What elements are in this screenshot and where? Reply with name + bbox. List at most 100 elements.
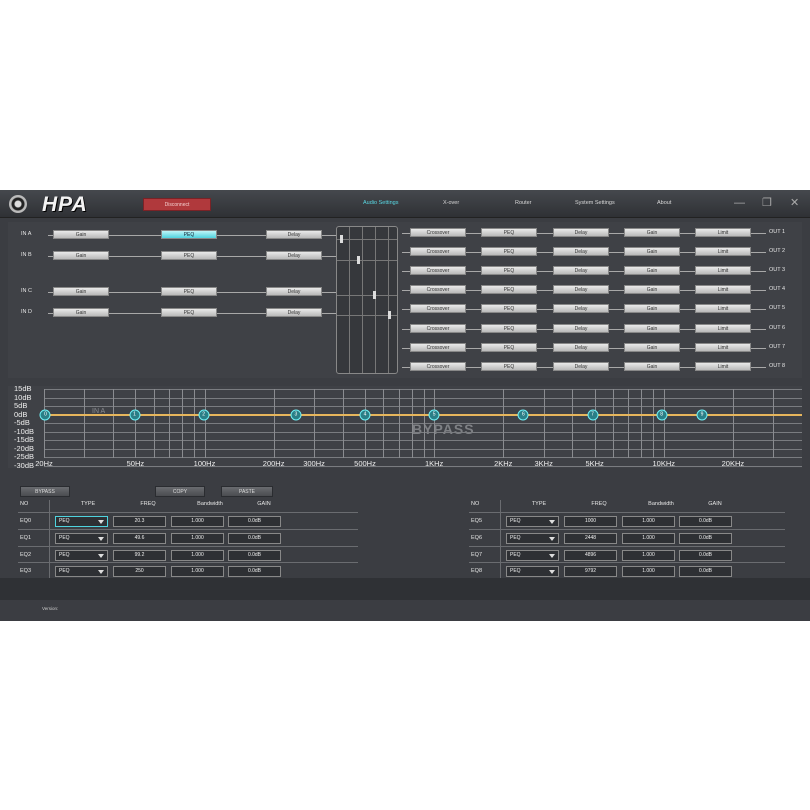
input-peq-button[interactable]: PEQ [161, 230, 217, 239]
eq-gain-input[interactable]: 0.0dB [228, 516, 281, 527]
eq-freq-input[interactable]: 4896 [564, 549, 617, 561]
eq-gain-input[interactable]: 0.0dB [228, 532, 281, 544]
eq-node-handle[interactable]: 5 [428, 409, 440, 421]
output-delay-button[interactable]: Delay [553, 247, 609, 257]
eq-bandwidth-input[interactable]: 1.000 [171, 566, 224, 578]
minimize-icon[interactable]: — [734, 196, 745, 210]
eq-type-select[interactable]: PEQ [506, 549, 559, 561]
plot-area[interactable]: IN A BYPASS 0123456789 [39, 389, 802, 467]
matrix-route-handle[interactable] [357, 256, 360, 264]
nav-item-audio-settings[interactable]: Audio Settings [363, 200, 398, 206]
input-peq-button[interactable]: PEQ [161, 251, 217, 260]
eq-type-select[interactable]: PEQ [506, 566, 559, 578]
output-delay-button[interactable]: Delay [553, 266, 609, 276]
eq-gain-input[interactable]: 0.0dB [679, 532, 732, 544]
input-gain-button[interactable]: Gain [53, 308, 109, 317]
eq-bandwidth-input[interactable]: 1.000 [171, 516, 224, 527]
input-peq-button[interactable]: PEQ [161, 308, 217, 317]
matrix-route-handle[interactable] [388, 311, 391, 319]
eq-node-handle[interactable]: 7 [587, 409, 599, 421]
output-crossover-button[interactable]: Crossover [410, 266, 466, 276]
eq-freq-input[interactable]: 99.2 [113, 549, 166, 561]
bypass-button[interactable]: BYPASS [20, 486, 70, 497]
eq-freq-input[interactable]: 9792 [564, 566, 617, 578]
eq-gain-input[interactable]: 0.0dB [228, 549, 281, 561]
output-delay-button[interactable]: Delay [553, 361, 609, 371]
eq-type-select[interactable]: PEQ [55, 566, 108, 578]
output-gain-button[interactable]: Gain [624, 228, 680, 237]
output-delay-button[interactable]: Delay [553, 342, 609, 352]
eq-node-handle[interactable]: 8 [656, 409, 668, 421]
output-peq-button[interactable]: PEQ [481, 228, 537, 237]
output-crossover-button[interactable]: Crossover [410, 285, 466, 295]
eq-bandwidth-input[interactable]: 1.000 [622, 549, 675, 561]
output-delay-button[interactable]: Delay [553, 323, 609, 333]
eq-gain-input[interactable]: 0.0dB [679, 566, 732, 578]
output-peq-button[interactable]: PEQ [481, 304, 537, 314]
output-limit-button[interactable]: Limit [695, 304, 751, 314]
eq-node-handle[interactable]: 9 [696, 409, 708, 421]
eq-freq-input[interactable]: 20.3 [113, 516, 166, 527]
eq-bandwidth-input[interactable]: 1.000 [622, 516, 675, 527]
eq-node-handle[interactable]: 0 [39, 409, 51, 421]
output-limit-button[interactable]: Limit [695, 266, 751, 276]
input-delay-button[interactable]: Delay [266, 251, 322, 260]
eq-type-select[interactable]: PEQ [55, 549, 108, 561]
input-gain-button[interactable]: Gain [53, 230, 109, 239]
output-gain-button[interactable]: Gain [624, 342, 680, 352]
eq-node-handle[interactable]: 6 [517, 409, 529, 421]
output-crossover-button[interactable]: Crossover [410, 323, 466, 333]
eq-gain-input[interactable]: 0.0dB [228, 566, 281, 578]
input-delay-button[interactable]: Delay [266, 287, 322, 296]
output-peq-button[interactable]: PEQ [481, 247, 537, 257]
output-gain-button[interactable]: Gain [624, 323, 680, 333]
output-peq-button[interactable]: PEQ [481, 342, 537, 352]
eq-node-handle[interactable]: 4 [359, 409, 371, 421]
output-gain-button[interactable]: Gain [624, 361, 680, 371]
eq-node-handle[interactable]: 3 [290, 409, 302, 421]
eq-type-select[interactable]: PEQ [506, 532, 559, 544]
eq-freq-input[interactable]: 1000 [564, 516, 617, 527]
nav-item-x-over[interactable]: X-over [443, 200, 459, 206]
input-delay-button[interactable]: Delay [266, 308, 322, 317]
output-delay-button[interactable]: Delay [553, 285, 609, 295]
input-gain-button[interactable]: Gain [53, 287, 109, 296]
output-crossover-button[interactable]: Crossover [410, 228, 466, 237]
router-matrix[interactable] [336, 226, 398, 374]
input-gain-button[interactable]: Gain [53, 251, 109, 260]
close-icon[interactable]: ✕ [790, 196, 799, 210]
output-peq-button[interactable]: PEQ [481, 266, 537, 276]
nav-item-router[interactable]: Router [515, 200, 532, 206]
eq-type-select[interactable]: PEQ [506, 516, 559, 527]
paste-button[interactable]: PASTE [221, 486, 273, 497]
output-peq-button[interactable]: PEQ [481, 285, 537, 295]
output-gain-button[interactable]: Gain [624, 266, 680, 276]
output-crossover-button[interactable]: Crossover [410, 361, 466, 371]
output-limit-button[interactable]: Limit [695, 342, 751, 352]
maximize-icon[interactable]: ❐ [762, 196, 772, 210]
output-delay-button[interactable]: Delay [553, 304, 609, 314]
eq-bandwidth-input[interactable]: 1.000 [171, 549, 224, 561]
input-peq-button[interactable]: PEQ [161, 287, 217, 296]
nav-item-about[interactable]: About [657, 200, 671, 206]
output-limit-button[interactable]: Limit [695, 228, 751, 237]
output-crossover-button[interactable]: Crossover [410, 342, 466, 352]
output-gain-button[interactable]: Gain [624, 304, 680, 314]
output-delay-button[interactable]: Delay [553, 228, 609, 237]
output-limit-button[interactable]: Limit [695, 323, 751, 333]
copy-button[interactable]: COPY [155, 486, 205, 497]
eq-freq-input[interactable]: 2448 [564, 532, 617, 544]
output-gain-button[interactable]: Gain [624, 247, 680, 257]
input-delay-button[interactable]: Delay [266, 230, 322, 239]
eq-gain-input[interactable]: 0.0dB [679, 516, 732, 527]
nav-item-system-settings[interactable]: System Settings [575, 200, 615, 206]
output-limit-button[interactable]: Limit [695, 361, 751, 371]
eq-node-handle[interactable]: 2 [198, 409, 210, 421]
eq-bandwidth-input[interactable]: 1.000 [622, 566, 675, 578]
disconnect-button[interactable]: Disconnect [143, 198, 211, 211]
eq-bandwidth-input[interactable]: 1.000 [171, 532, 224, 544]
eq-freq-input[interactable]: 250 [113, 566, 166, 578]
eq-graph[interactable]: 15dB 10dB 5dB 0dB -5dB -10dB -15dB -20dB -25dB -3… [8, 384, 802, 470]
output-limit-button[interactable]: Limit [695, 285, 751, 295]
eq-node-handle[interactable]: 1 [129, 409, 141, 421]
